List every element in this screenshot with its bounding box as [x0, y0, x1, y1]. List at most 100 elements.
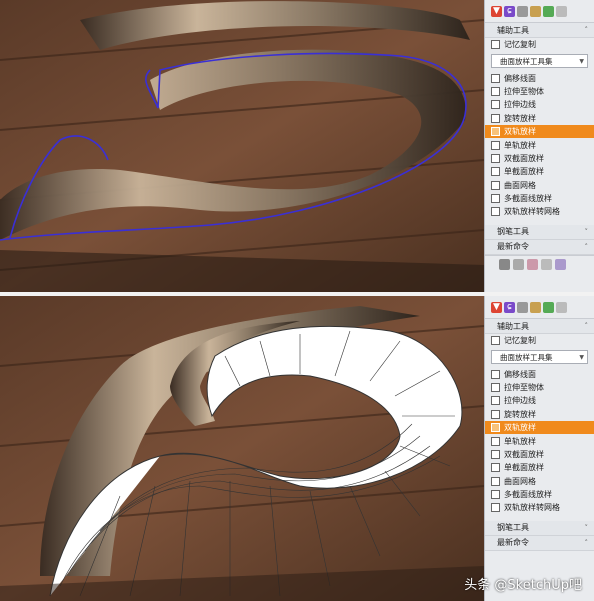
tool-icon — [491, 180, 500, 190]
tool-icon — [491, 449, 500, 459]
dropdown-label: 曲面放样工具集 — [500, 352, 553, 362]
tool-item[interactable]: 双截面放样 — [485, 448, 594, 461]
tool-label: 拉伸至物体 — [504, 382, 544, 392]
tool-item[interactable]: 拉伸至物体 — [485, 381, 594, 394]
recent-tool-icon[interactable] — [527, 259, 538, 271]
tool-panel: ▼ ɕ 辅助工具 ˄ 记忆复制 曲面放样工具集 ▼ 偏移线面 拉伸至物体 拉伸边… — [484, 296, 594, 601]
tool-icon — [491, 167, 500, 177]
tool-icon — [491, 369, 500, 379]
tool-item[interactable]: 多截面线放样 — [485, 192, 594, 205]
screenshot-after: ▼ ɕ 辅助工具 ˄ 记忆复制 曲面放样工具集 ▼ 偏移线面 拉伸至物体 拉伸边… — [0, 296, 594, 601]
section-brush[interactable]: 钢笔工具 ˅ — [485, 224, 594, 240]
section-brush[interactable]: 钢笔工具 ˅ — [485, 520, 594, 536]
check-icon[interactable] — [543, 301, 554, 313]
shape-icon[interactable] — [517, 301, 528, 313]
tool-item[interactable]: 曲面网格 — [485, 179, 594, 192]
tool-item[interactable]: 拉伸至物体 — [485, 85, 594, 98]
tool-item[interactable]: 偏移线面 — [485, 367, 594, 380]
chevron-down-icon: ▼ — [579, 353, 584, 361]
recent-tool-icon[interactable] — [499, 259, 510, 271]
box-icon[interactable] — [530, 5, 541, 17]
tool-item[interactable]: 拉伸边线 — [485, 98, 594, 111]
tool-label: 单截面放样 — [504, 167, 544, 177]
recent-tool-icon[interactable] — [541, 259, 552, 271]
shape-icon[interactable] — [517, 5, 528, 17]
check-icon[interactable] — [543, 5, 554, 17]
box-icon[interactable] — [530, 301, 541, 313]
memory-copy-icon — [491, 40, 500, 50]
tool-item[interactable]: 拉伸边线 — [485, 394, 594, 407]
tool-panel: ▼ ɕ 辅助工具 ˄ 记忆复制 曲面放样工具集 ▼ 偏移线面 拉伸至物体 拉伸边… — [484, 0, 594, 292]
curve-icon[interactable]: ɕ — [504, 301, 515, 313]
section-recent-label: 最新命令 — [497, 538, 529, 548]
tool-label: 曲面网格 — [504, 180, 536, 190]
tool-label: 双截面放样 — [504, 449, 544, 459]
section-brush-label: 钢笔工具 — [497, 227, 529, 237]
tool-item[interactable]: 多截面线放样 — [485, 488, 594, 501]
section-auxiliary-label: 辅助工具 — [497, 321, 529, 331]
tool-item[interactable]: 单轨放样 — [485, 138, 594, 151]
curve-icon[interactable]: ɕ — [504, 5, 515, 17]
tool-label: 旋转放样 — [504, 409, 536, 419]
memory-copy-icon — [491, 336, 500, 346]
tool-item[interactable]: 单截面放样 — [485, 461, 594, 474]
item-memory-copy[interactable]: 记忆复制 — [485, 38, 594, 51]
tool-item[interactable]: 单截面放样 — [485, 165, 594, 178]
tool-icon — [491, 73, 500, 83]
tool-item[interactable]: 单轨放样 — [485, 434, 594, 447]
tool-label: 拉伸边线 — [504, 396, 536, 406]
section-recent[interactable]: 最新命令 ˄ — [485, 239, 594, 255]
tool-icon — [491, 207, 500, 217]
loft-toolset-dropdown[interactable]: 曲面放样工具集 ▼ — [491, 350, 588, 365]
tool-item[interactable]: 旋转放样 — [485, 112, 594, 125]
loft-tool-list: 偏移线面 拉伸至物体 拉伸边线 旋转放样 双轨放样 单轨放样 双截面放样 单截面… — [485, 71, 594, 218]
tool-item[interactable]: 双轨放样转网格 — [485, 501, 594, 514]
tool-label: 单轨放样 — [504, 140, 536, 150]
tool-label: 单轨放样 — [504, 436, 536, 446]
tool-icon — [491, 490, 500, 500]
tool-label: 双截面放样 — [504, 153, 544, 163]
toolbar-icon-row: ▼ ɕ — [485, 296, 594, 319]
tool-item[interactable]: 双截面放样 — [485, 152, 594, 165]
section-recent[interactable]: 最新命令 ˄ — [485, 535, 594, 551]
loft-toolset-dropdown[interactable]: 曲面放样工具集 ▼ — [491, 54, 588, 69]
tool-label: 双轨放样 — [504, 423, 536, 433]
recent-tool-icon[interactable] — [513, 259, 524, 271]
3d-viewport[interactable] — [0, 296, 484, 601]
section-brush-label: 钢笔工具 — [497, 523, 529, 533]
section-auxiliary[interactable]: 辅助工具 ˄ — [485, 23, 594, 38]
viewport-scene — [0, 0, 484, 292]
arrow-icon[interactable]: ▼ — [491, 301, 502, 313]
3d-viewport[interactable] — [0, 0, 484, 292]
section-auxiliary[interactable]: 辅助工具 ˄ — [485, 319, 594, 334]
collapse-icon: ˄ — [584, 322, 589, 330]
cube-icon[interactable] — [556, 301, 567, 313]
tool-icon — [491, 463, 500, 473]
tool-icon — [491, 409, 500, 419]
tool-label: 偏移线面 — [504, 369, 536, 379]
tool-label: 拉伸至物体 — [504, 86, 544, 96]
loft-tool-list: 偏移线面 拉伸至物体 拉伸边线 旋转放样 双轨放样 单轨放样 双截面放样 单截面… — [485, 367, 594, 514]
tool-item-active[interactable]: 双轨放样 — [485, 420, 594, 435]
tool-item[interactable]: 曲面网格 — [485, 475, 594, 488]
tool-icon — [491, 86, 500, 96]
arrow-icon[interactable]: ▼ — [491, 5, 502, 17]
tool-icon — [491, 127, 500, 137]
viewport-scene — [0, 296, 484, 601]
collapse-icon: ˄ — [584, 26, 589, 34]
screenshot-before: ▼ ɕ 辅助工具 ˄ 记忆复制 曲面放样工具集 ▼ 偏移线面 拉伸至物体 拉伸边… — [0, 0, 594, 292]
recent-tool-icon[interactable] — [555, 259, 566, 271]
tool-icon — [491, 194, 500, 204]
cube-icon[interactable] — [556, 5, 567, 17]
tool-icon — [491, 100, 500, 110]
tool-icon — [491, 382, 500, 392]
tool-item[interactable]: 旋转放样 — [485, 408, 594, 421]
tool-icon — [491, 113, 500, 123]
tool-item[interactable]: 双轨放样转网格 — [485, 205, 594, 218]
tool-label: 曲面网格 — [504, 476, 536, 486]
item-memory-copy[interactable]: 记忆复制 — [485, 334, 594, 347]
item-label: 记忆复制 — [504, 40, 536, 50]
dropdown-label: 曲面放样工具集 — [500, 56, 553, 66]
tool-item[interactable]: 偏移线面 — [485, 71, 594, 84]
tool-item-active[interactable]: 双轨放样 — [485, 124, 594, 139]
